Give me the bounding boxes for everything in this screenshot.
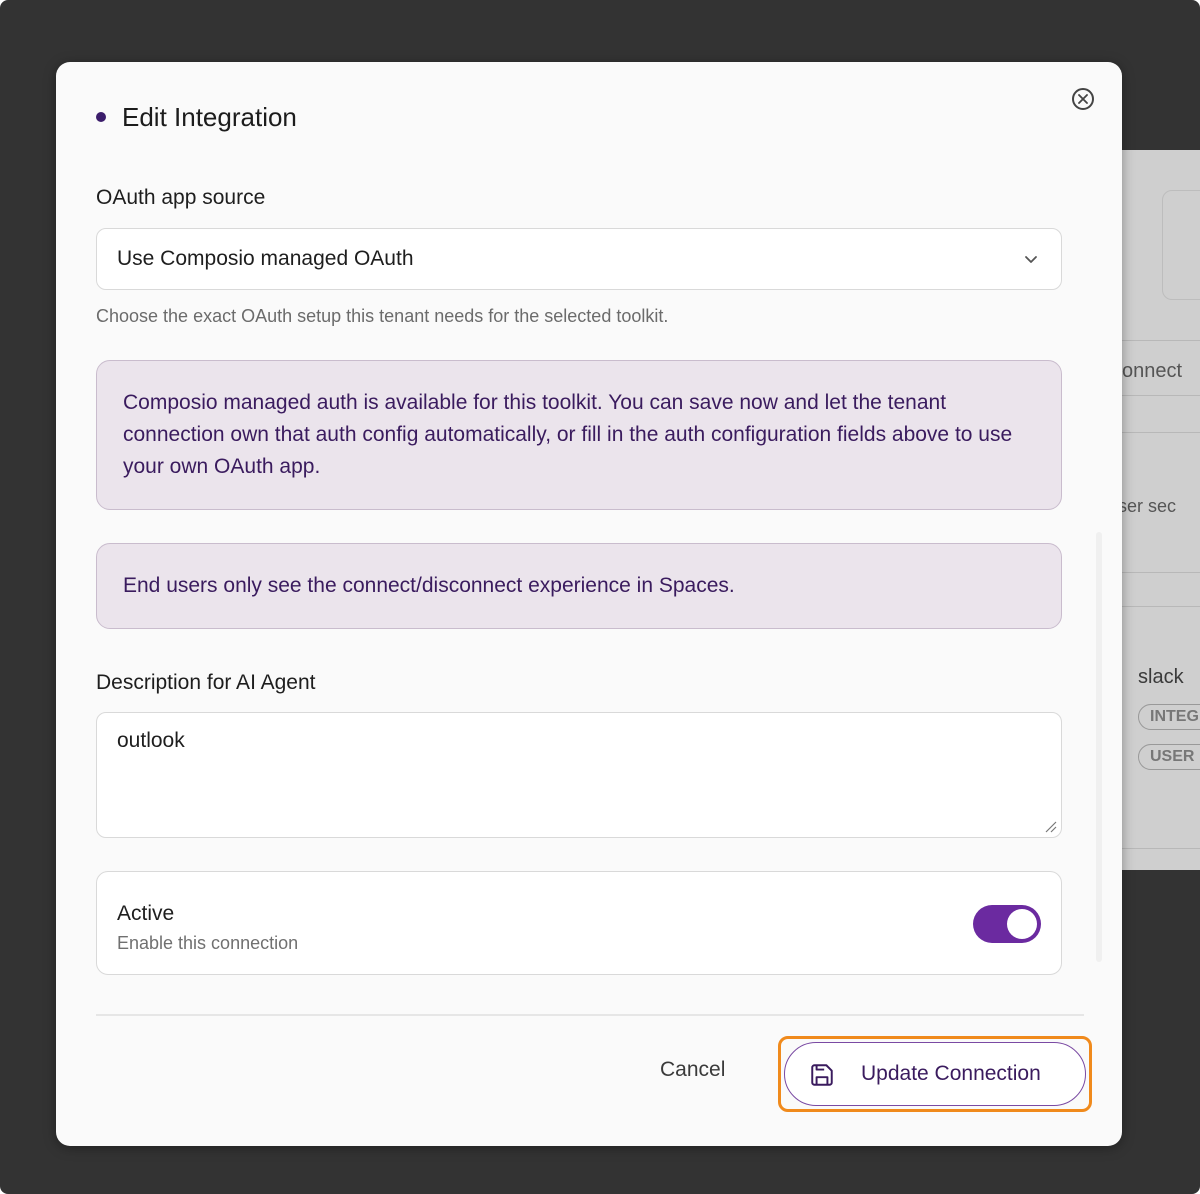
description-label: Description for AI Agent xyxy=(96,671,316,694)
title-dot xyxy=(96,112,106,122)
modal-scrollbar[interactable] xyxy=(1096,532,1102,962)
oauth-source-select[interactable]: Use Composio managed OAuth xyxy=(96,228,1062,290)
spaces-notice: End users only see the connect/disconnec… xyxy=(96,543,1062,629)
toggle-knob xyxy=(1007,909,1037,939)
active-subtitle: Enable this connection xyxy=(117,933,299,953)
oauth-source-hint: Choose the exact OAuth setup this tenant… xyxy=(96,306,669,326)
description-textarea[interactable]: outlook xyxy=(96,712,1062,838)
cancel-button[interactable]: Cancel xyxy=(660,1058,725,1082)
active-title: Active xyxy=(117,902,175,925)
update-connection-button[interactable]: Update Connection xyxy=(784,1042,1086,1106)
managed-auth-notice: Composio managed auth is available for t… xyxy=(96,360,1062,510)
active-toggle-switch[interactable] xyxy=(973,905,1041,943)
footer-divider xyxy=(96,1014,1084,1016)
close-button[interactable] xyxy=(1072,88,1094,110)
background-text-slack: slack xyxy=(1138,666,1184,688)
oauth-source-label: OAuth app source xyxy=(96,186,266,209)
edit-integration-modal: Edit Integration OAuth app source Use Co… xyxy=(56,62,1122,1146)
save-icon xyxy=(811,1064,833,1086)
background-pill: USER xyxy=(1138,744,1200,770)
modal-title: Edit Integration xyxy=(122,102,297,132)
chevron-down-icon xyxy=(1025,256,1037,263)
oauth-source-value: Use Composio managed OAuth xyxy=(117,247,414,270)
update-connection-label: Update Connection xyxy=(861,1062,1041,1085)
background-card xyxy=(1162,190,1200,300)
background-pill: INTEG xyxy=(1138,704,1200,730)
resize-grip-icon[interactable] xyxy=(1043,819,1057,833)
description-value: outlook xyxy=(117,729,185,752)
background-text-connect: onnect xyxy=(1122,360,1183,382)
close-circle-icon xyxy=(1078,94,1088,104)
active-toggle-card: Active Enable this connection xyxy=(96,871,1062,975)
